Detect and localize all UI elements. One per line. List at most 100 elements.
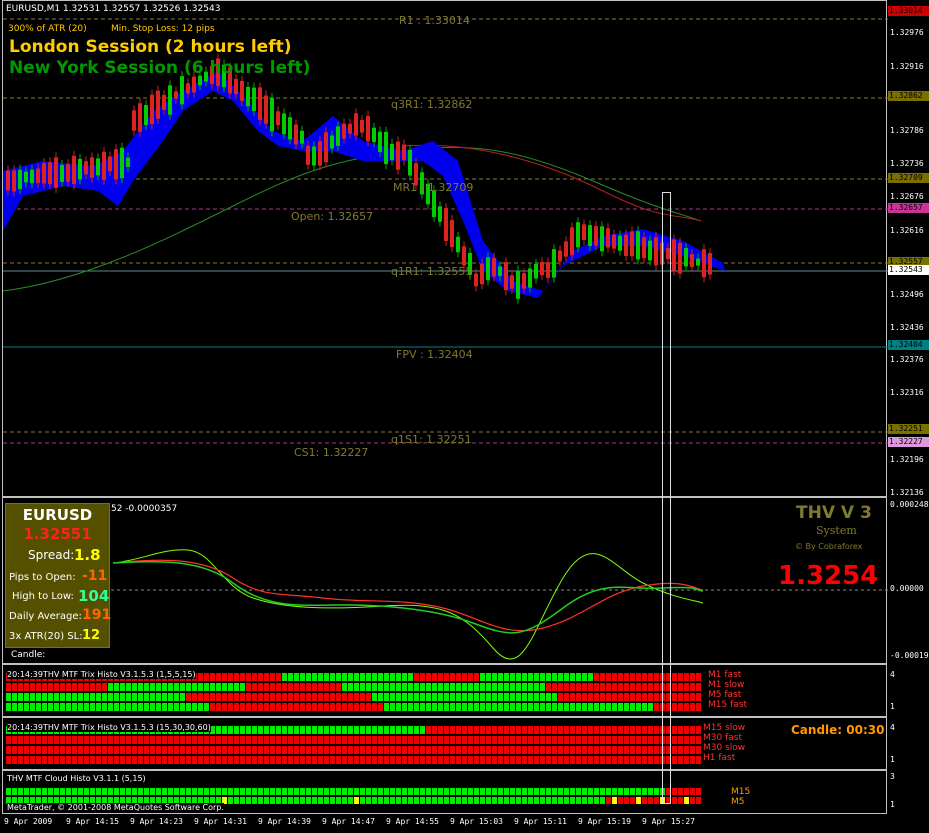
histo-cell	[366, 746, 371, 754]
histo-cell	[84, 683, 89, 691]
histo-cell	[552, 683, 557, 691]
histo-cell	[360, 736, 365, 744]
histo-cell	[420, 673, 425, 681]
histo-cell	[210, 756, 215, 764]
histo-cell	[78, 788, 83, 795]
histo-cell	[642, 683, 647, 691]
histo-cell	[288, 797, 293, 804]
histo-cell	[360, 683, 365, 691]
trix-histo-pane-2[interactable]: 20:14:39THV MTF Trix Histo V3.1.5.3 (15,…	[2, 717, 887, 770]
histo-cell	[498, 797, 503, 804]
histo-cell	[378, 736, 383, 744]
histo-cell	[126, 746, 131, 754]
histo-cell	[306, 756, 311, 764]
histo-cell	[612, 726, 617, 734]
candle-body	[192, 76, 196, 93]
histo-cell	[576, 756, 581, 764]
histo-cell	[48, 683, 53, 691]
histo-cell	[264, 756, 269, 764]
histo-cell	[180, 736, 185, 744]
histo-cell	[558, 683, 563, 691]
histo-cell	[312, 673, 317, 681]
candle-body	[90, 157, 94, 178]
histo-cell	[330, 703, 335, 711]
histo-cell	[558, 726, 563, 734]
histo-cell	[534, 756, 539, 764]
histo-cell	[162, 703, 167, 711]
histo-cell	[582, 736, 587, 744]
histo-cell	[564, 673, 569, 681]
histo-cell	[24, 736, 29, 744]
histo-cell	[168, 788, 173, 795]
selection-marker[interactable]	[662, 192, 671, 804]
osc-signal-line	[112, 560, 704, 634]
histo-cell	[438, 788, 443, 795]
histo-cell	[246, 703, 251, 711]
histo-cell	[258, 693, 263, 701]
histo-cell	[510, 756, 515, 764]
histo-cell	[102, 693, 107, 701]
histo-cell	[282, 726, 287, 734]
histo-cell	[276, 756, 281, 764]
candle-body	[642, 237, 646, 259]
candle-body	[240, 80, 244, 101]
histo-cell	[390, 756, 395, 764]
histo-cell	[432, 797, 437, 804]
histo-cell	[282, 683, 287, 691]
histo-cell	[180, 693, 185, 701]
histo-cell	[282, 703, 287, 711]
histo-cell	[582, 683, 587, 691]
histo-cell	[546, 703, 551, 711]
histo-cell	[588, 736, 593, 744]
histo-cell	[564, 746, 569, 754]
histo-cell	[450, 726, 455, 734]
histo-cell	[390, 693, 395, 701]
histo-cell	[312, 726, 317, 734]
histo-cell	[600, 788, 605, 795]
histo-cell	[486, 797, 491, 804]
histo-cell	[366, 788, 371, 795]
histo-cell	[576, 726, 581, 734]
histo-cell	[66, 693, 71, 701]
histo-cell	[456, 736, 461, 744]
histo-cell	[510, 797, 515, 804]
candle-body	[438, 206, 442, 222]
histo-cell	[246, 736, 251, 744]
trix-histo-pane-1[interactable]: 20:14:39THV MTF Trix Histo V3.1.5.3 (1,5…	[2, 664, 887, 717]
candle-body	[588, 225, 592, 246]
histo-cell	[132, 756, 137, 764]
histo-cell	[678, 797, 683, 804]
histo-cell	[198, 788, 203, 795]
histo-cell	[486, 693, 491, 701]
histo-1-tick: 4	[890, 670, 895, 679]
histo-cell	[612, 673, 617, 681]
histo-cell	[84, 703, 89, 711]
histo-cell	[588, 788, 593, 795]
histo-cell	[426, 703, 431, 711]
cloud-histo-pane[interactable]: THV MTF Cloud Histo V3.1.1 (5,15) M15 M5…	[2, 770, 887, 814]
histo-cell	[96, 703, 101, 711]
histo-cell	[372, 693, 377, 701]
price-chart-pane[interactable]: EURUSD,M1 1.32531 1.32557 1.32526 1.3254…	[2, 0, 888, 497]
histo-cell	[474, 736, 479, 744]
histo-cell	[516, 746, 521, 754]
candle-body	[132, 110, 136, 131]
histo-cell	[390, 736, 395, 744]
histo-cell	[258, 736, 263, 744]
histo-cell	[684, 756, 689, 764]
histo-cell	[498, 736, 503, 744]
histo-cell	[672, 797, 677, 804]
histo-2-label: M30 fast	[703, 733, 742, 743]
histo-cell	[474, 756, 479, 764]
histo-cell	[270, 756, 275, 764]
histo-cell	[312, 797, 317, 804]
candle-body	[264, 95, 268, 124]
ichimoku-cloud	[3, 71, 725, 298]
histo-cell	[222, 703, 227, 711]
histo-cell	[630, 693, 635, 701]
histo-cell	[222, 746, 227, 754]
histo-cell	[156, 756, 161, 764]
price-tag-mr1: 1.32709	[888, 173, 929, 183]
histo-cell	[456, 726, 461, 734]
histo-cell	[600, 736, 605, 744]
